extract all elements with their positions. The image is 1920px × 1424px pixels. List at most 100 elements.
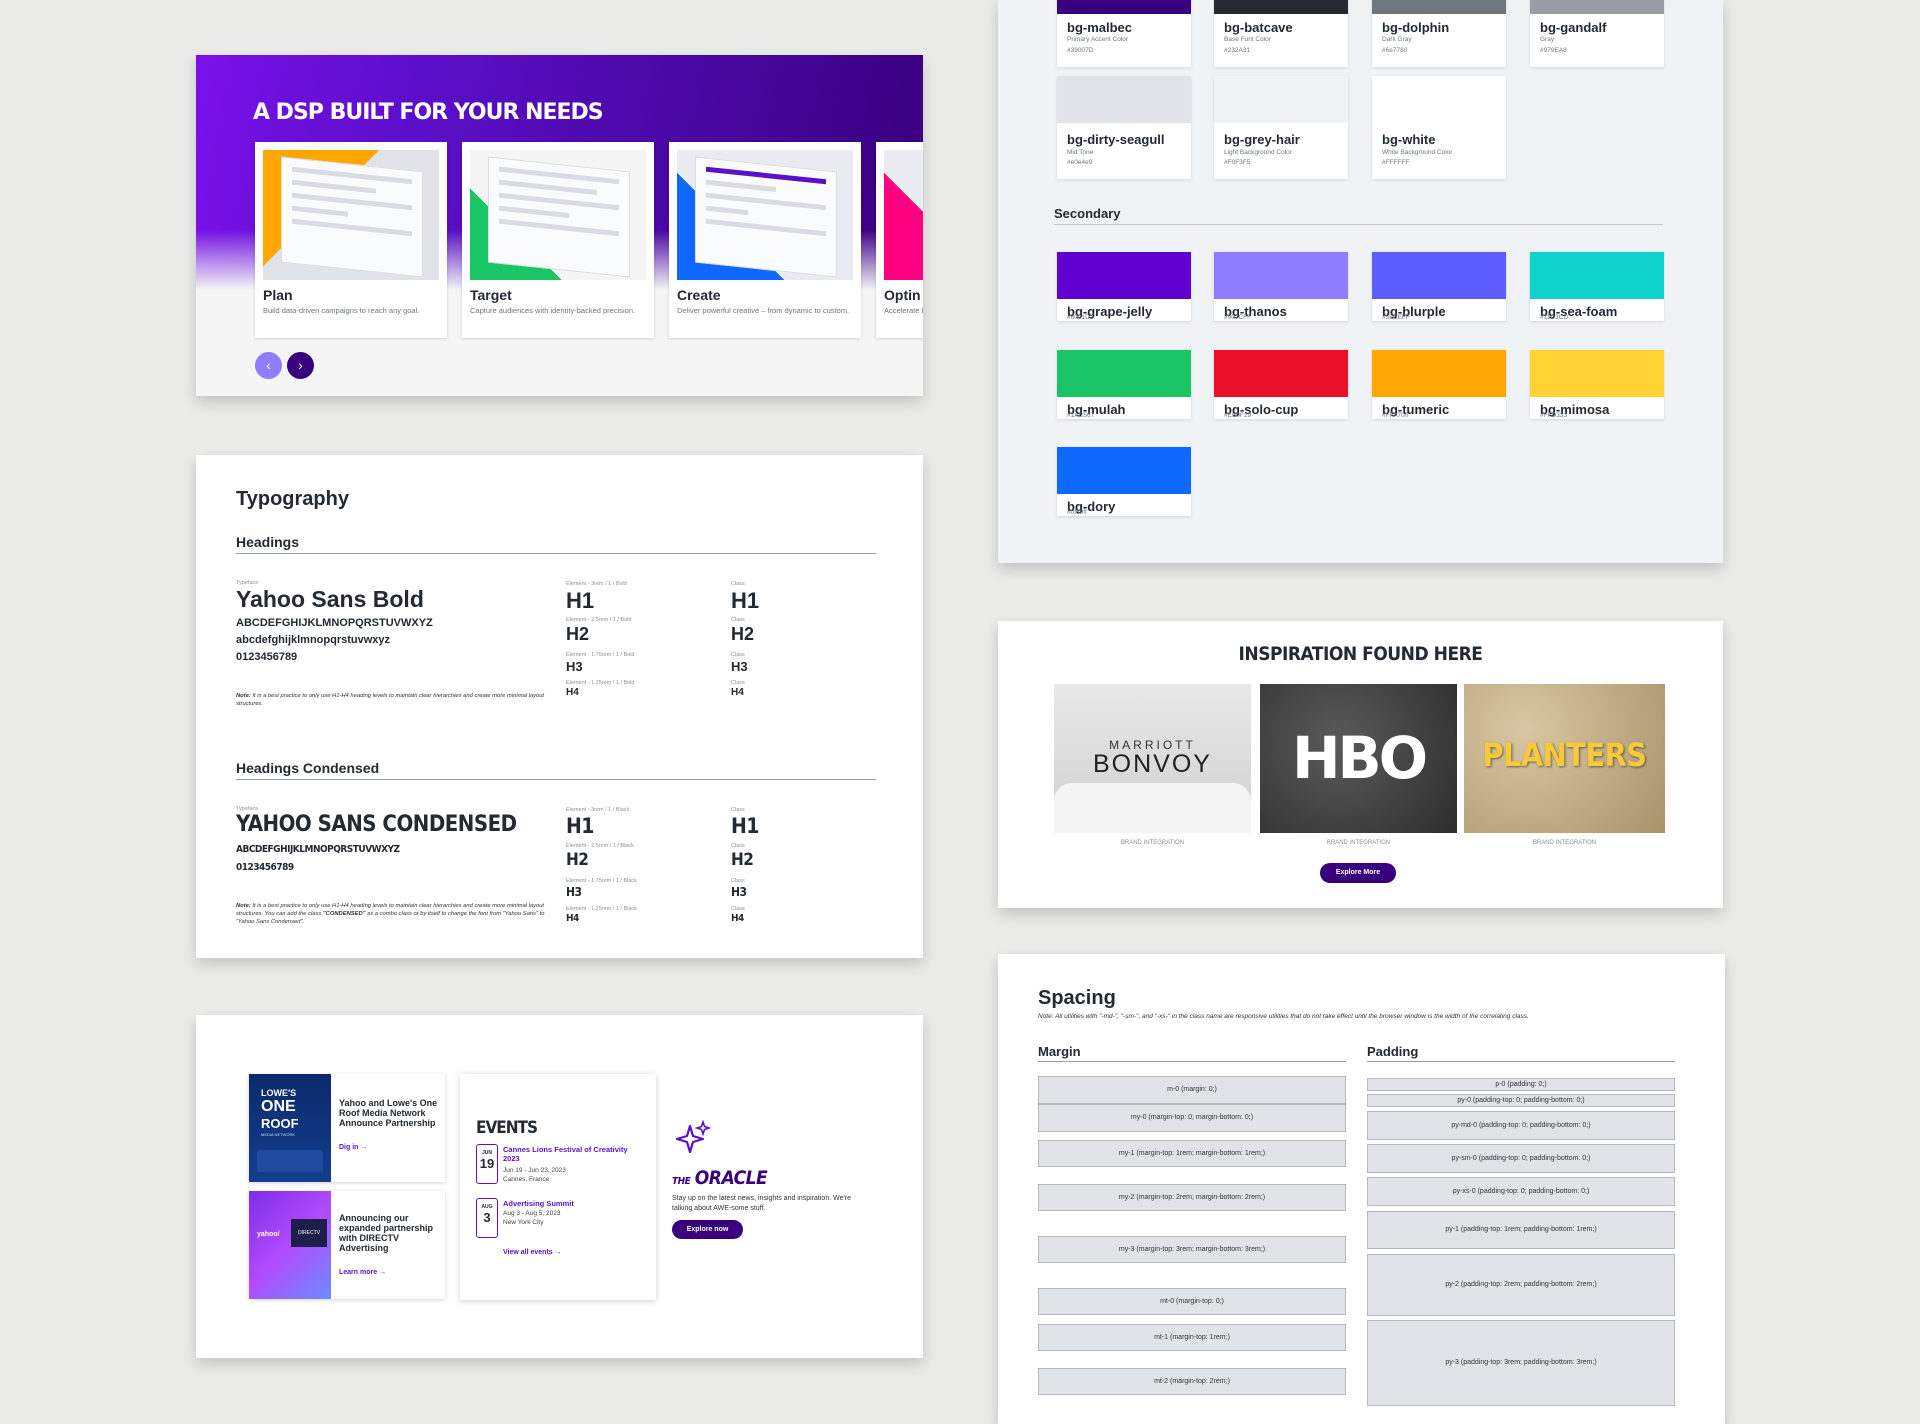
padding-sample-py-sm-0: py-sm-0 (padding-top: 0; padding-bottom:… — [1367, 1144, 1675, 1173]
class-label: Class — [731, 906, 745, 912]
h4-meta: Element - 1.25rem / 1 / Bold — [566, 680, 635, 686]
h1-meta: Element - 3rem / 1 / Black — [566, 807, 630, 813]
class-label: Class — [731, 807, 745, 813]
element-h1: H1 — [566, 588, 595, 613]
h3-meta: Element - 1.75rem / 1 / Black — [566, 878, 637, 884]
condensed-alphabet-upper: ABCDEFGHIJKLMNOPQRSTUVWXYZ — [236, 844, 400, 855]
swatch-bg-batcave: bg-batcave Base Font Color #232A31 — [1214, 0, 1348, 67]
news-item-directv[interactable]: yahoo/ DIRECTV Announcing our expanded p… — [249, 1191, 445, 1299]
spacing-card: Spacing Note: All utilities with "-md-",… — [998, 954, 1725, 1424]
optimize-screenshot — [884, 150, 923, 280]
swatch-bg-solo-cup: bg-solo-cup #EB0F29 — [1214, 350, 1348, 419]
alphabet-upper: ABCDEFGHIJKLMNOPQRSTUVWXYZ — [236, 617, 433, 629]
explore-now-button[interactable]: Explore now — [672, 1220, 743, 1239]
class-label: Class — [731, 680, 745, 686]
class-label: Class — [731, 652, 745, 658]
condensed-element-h2: H2 — [566, 850, 589, 870]
swatch-bg-white: bg-white White Background Color #FFFFFF — [1372, 76, 1506, 179]
dig-in-link[interactable]: Dig in → — [339, 1144, 367, 1151]
plan-screenshot — [263, 150, 439, 280]
swatch-bg-mimosa: bg-mimosa #FFD333 — [1530, 350, 1664, 419]
element-h2: H2 — [566, 624, 590, 644]
condensed-digits: 0123456789 — [236, 862, 294, 873]
tile-caption: BRAND INTEGRATION — [1120, 840, 1185, 846]
swatch-bg-tumeric: bg-tumeric #FFA700 — [1372, 350, 1506, 419]
condensed-typeface-name: YAHOO SANS CONDENSED — [236, 812, 517, 837]
feature-card-desc: Accelerate learning te — [884, 306, 923, 315]
condensed-class-h1: H1 — [731, 814, 759, 838]
typography-title: Typography — [236, 488, 349, 510]
h3-meta: Element - 1.75rem / 1 / Bold — [566, 652, 635, 658]
feature-card-plan[interactable]: Plan Build data-driven campaigns to reac… — [255, 142, 447, 338]
feature-card-optimize[interactable]: Optin Accelerate learning te — [876, 142, 923, 338]
carousel-prev-button[interactable]: ‹ — [255, 352, 282, 379]
alphabet-lower: abcdefghijklmnopqrstuvwxyz — [236, 634, 391, 646]
tile-hbo[interactable]: HBO — [1260, 684, 1457, 833]
carousel-next-button[interactable]: › — [287, 352, 314, 379]
margin-sample-mt-2: mt-2 (margin-top: 2rem;) — [1038, 1368, 1346, 1395]
swatch-bg-grape-jelly: bg-grape-jelly #6001D2 — [1057, 252, 1191, 321]
h4-meta: Element - 1.25rem / 1 / Black — [566, 906, 637, 912]
inspiration-card: INSPIRATION FOUND HERE MARRIOTT BONVOY H… — [998, 621, 1723, 908]
h2-meta: Element - 2.5rem / 1 / Black — [566, 843, 634, 849]
element-h4: H4 — [566, 687, 579, 698]
learn-more-link[interactable]: Learn more → — [339, 1269, 386, 1276]
event-dates: Aug 3 - Aug 5, 2023 — [503, 1210, 561, 1217]
feature-card-target[interactable]: Target Capture audiences with identity-b… — [462, 142, 654, 338]
target-screenshot — [470, 150, 646, 280]
event-name-link[interactable]: Advertising Summit — [503, 1199, 643, 1208]
class-h2: H2 — [731, 624, 755, 644]
event-name-link[interactable]: Cannes Lions Festival of Creativity 2023 — [503, 1145, 643, 1163]
event-date-badge: AUG 3 — [476, 1198, 498, 1238]
margin-sample-mt-1: mt-1 (margin-top: 1rem;) — [1038, 1324, 1346, 1351]
padding-sample-py-2: py-2 (padding-top: 2rem; padding-bottom:… — [1367, 1254, 1675, 1316]
feature-card-create[interactable]: Create Deliver powerful creative – from … — [669, 142, 861, 338]
digits: 0123456789 — [236, 651, 298, 663]
tile-planters[interactable]: PLANTERS — [1464, 684, 1665, 833]
sparkle-icon — [672, 1119, 712, 1160]
swatch-bg-sea-foam: bg-sea-foam #11D3CD — [1530, 252, 1664, 321]
padding-sample-p-0: p-0 (padding: 0;) — [1367, 1078, 1675, 1091]
tile-caption: BRAND INTEGRATION — [1532, 840, 1597, 846]
swatch-bg-dirty-seagull: bg-dirty-seagull Mid Tone #e0e4e9 — [1057, 76, 1191, 179]
h2-meta: Element - 2.5rem / 1 / Bold — [566, 617, 632, 623]
section-divider — [1054, 224, 1663, 225]
feature-card-title: Create — [677, 287, 721, 303]
secondary-label: Secondary — [1054, 206, 1121, 221]
typeface-name: Yahoo Sans Bold — [236, 586, 424, 612]
padding-sample-py-xs-0: py-xs-0 (padding-top: 0; padding-bottom:… — [1367, 1177, 1675, 1206]
swatch-bg-thanos: bg-thanos #907CFF — [1214, 252, 1348, 321]
feature-card-desc: Capture audiences with identity-backed p… — [470, 306, 636, 315]
swatch-bg-grey-hair: bg-grey-hair Light Background Color #F0F… — [1214, 76, 1348, 179]
lowes-thumbnail: LOWE'S ONE ROOF MEDIA NETWORK — [249, 1074, 331, 1182]
padding-sample-py-1: py-1 (padding-top: 1rem; padding-bottom:… — [1367, 1211, 1675, 1249]
margin-sample-my-1: my-1 (margin-top: 1rem; margin-bottom: 1… — [1038, 1140, 1346, 1167]
typography-card: Typography Headings Typeface Yahoo Sans … — [196, 455, 923, 958]
feature-card-desc: Deliver powerful creative – from dynamic… — [677, 306, 850, 315]
class-label: Class — [731, 617, 745, 623]
feature-card-title: Target — [470, 287, 512, 303]
condensed-note: Note: It is a best practice to only use … — [236, 903, 545, 925]
padding-sample-py-0: py-0 (padding-top: 0; padding-bottom: 0;… — [1367, 1094, 1675, 1107]
spacing-note: Note: All utilities with "-md-", "-sm-",… — [1038, 1013, 1529, 1020]
condensed-element-h1: H1 — [566, 814, 594, 838]
explore-more-button[interactable]: Explore More — [1320, 863, 1396, 883]
hero-title: A DSP BUILT FOR YOUR NEEDS — [253, 100, 604, 125]
margin-sample-my-3: my-3 (margin-top: 3rem; margin-bottom: 3… — [1038, 1236, 1346, 1263]
dsp-hero-card: A DSP BUILT FOR YOUR NEEDS Plan Build da… — [196, 55, 923, 396]
event-date-badge: JUN 19 — [476, 1144, 498, 1184]
condensed-class-h3: H3 — [731, 885, 747, 899]
swatch-bg-malbec: bg-malbec Primary Accent Color #39007D — [1057, 0, 1191, 67]
color-palette-card: bg-malbec Primary Accent Color #39007D b… — [998, 0, 1723, 563]
class-label: Class — [731, 843, 745, 849]
feature-card-title: Plan — [263, 287, 293, 303]
inspiration-title: INSPIRATION FOUND HERE — [1238, 643, 1483, 665]
condensed-class-h2: H2 — [731, 850, 754, 870]
view-all-events-link[interactable]: View all events → — [503, 1248, 643, 1257]
feature-card-desc: Build data-driven campaigns to reach any… — [263, 306, 420, 315]
oracle-description: Stay up on the latest news, insights and… — [672, 1195, 852, 1212]
class-h4: H4 — [731, 687, 744, 698]
news-item-lowes[interactable]: LOWE'S ONE ROOF MEDIA NETWORK Yahoo and … — [249, 1074, 445, 1182]
event-dates: Jun 19 - Jun 23, 2023 — [503, 1167, 566, 1174]
tile-marriott-bonvoy[interactable]: MARRIOTT BONVOY — [1054, 684, 1251, 833]
